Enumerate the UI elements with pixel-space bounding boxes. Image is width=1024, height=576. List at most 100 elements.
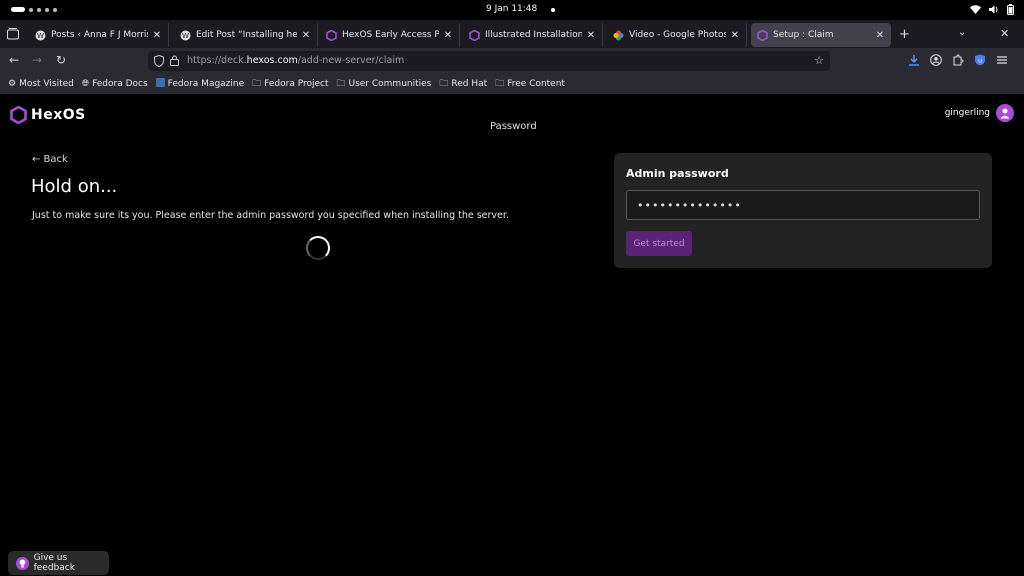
tab-illustrated-guide[interactable]: Illustrated Installation G ✕ — [463, 23, 603, 47]
lock-icon[interactable] — [170, 55, 179, 66]
folder-icon: 🗀 — [495, 79, 505, 89]
tab-title: Illustrated Installation G — [485, 30, 582, 40]
window-close-icon[interactable]: ✕ — [1000, 27, 1009, 40]
bookmark-label: Fedora Project — [264, 79, 329, 89]
tab-title: Posts ‹ Anna F J Morris — — [51, 30, 148, 40]
downloads-icon[interactable] — [908, 54, 920, 66]
close-tab-icon[interactable]: ✕ — [152, 30, 162, 41]
bookmark-label: User Communities — [348, 79, 432, 89]
bookmark-free-content[interactable]: 🗀 Free Content — [495, 76, 565, 92]
page-description: Just to make sure its you. Please enter … — [32, 210, 509, 221]
bookmark-label: Free Content — [507, 79, 565, 89]
forward-icon[interactable]: → — [32, 53, 42, 67]
bookmark-fedora-magazine[interactable]: Fedora Magazine — [155, 78, 245, 90]
globe-icon: 🌐︎ — [81, 79, 90, 89]
back-icon[interactable]: ← — [9, 53, 19, 67]
clock[interactable]: 9 Jan 11:48 — [486, 4, 537, 14]
tab-title: Setup : Claim — [773, 30, 834, 40]
admin-password-card: Admin password Get started — [614, 153, 992, 268]
get-started-button[interactable]: Get started — [626, 231, 692, 256]
tab-title: HexOS Early Access Pr — [342, 30, 439, 40]
svg-text:W: W — [37, 32, 44, 40]
svg-text:W: W — [182, 32, 189, 40]
bookmark-label: Most Visited — [19, 79, 74, 89]
wifi-icon — [970, 5, 981, 14]
tab-title: Video - Google Photos — [629, 30, 726, 40]
back-link[interactable]: ← Back — [32, 154, 68, 165]
workspace-dot — [53, 7, 57, 12]
tab-hexos-early-access[interactable]: HexOS Early Access Pr ✕ — [320, 23, 460, 47]
bookmark-most-visited[interactable]: ⚙ Most Visited — [8, 79, 74, 89]
address-bar[interactable]: https://deck.hexos.com/add-new-server/cl… — [148, 51, 830, 71]
bookmark-fedora-project[interactable]: 🗀 Fedora Project — [252, 76, 328, 92]
volume-icon — [989, 5, 998, 14]
folder-icon: 🗀 — [336, 79, 346, 89]
ublock-icon[interactable]: u — [974, 54, 986, 66]
tab-google-photos[interactable]: Video - Google Photos ✕ — [607, 23, 747, 47]
google-photos-icon — [613, 30, 624, 41]
loading-spinner — [306, 236, 330, 260]
tab-overview-icon[interactable] — [6, 27, 20, 41]
svg-text:u: u — [978, 57, 982, 65]
extensions-icon[interactable] — [952, 54, 964, 66]
reload-icon[interactable]: ↻ — [56, 53, 66, 67]
list-all-tabs-icon[interactable]: ⌄ — [958, 27, 966, 38]
hexos-logo[interactable]: HexOS — [10, 106, 86, 124]
tab-strip: W Posts ‹ Anna F J Morris — ✕ W Edit Pos… — [0, 20, 1024, 48]
page-title: Hold on... — [31, 176, 118, 197]
fedora-icon — [155, 78, 165, 90]
user-menu[interactable]: gingerling — [945, 104, 1014, 122]
notification-dot — [551, 8, 555, 12]
url-path: /add-new-server/claim — [297, 55, 405, 66]
url-domain: hexos.com — [246, 55, 298, 66]
gear-icon: ⚙ — [8, 79, 17, 89]
battery-icon — [1007, 4, 1014, 15]
user-icon — [1000, 108, 1010, 119]
shield-icon[interactable] — [154, 55, 164, 67]
hexos-icon — [757, 29, 768, 41]
feedback-button[interactable]: Give us feedback — [8, 551, 109, 575]
workspace-dot — [37, 7, 41, 12]
wordpress-icon: W — [35, 30, 46, 41]
close-tab-icon[interactable]: ✕ — [301, 30, 311, 41]
avatar — [996, 104, 1014, 122]
logo-text: HexOS — [31, 107, 86, 123]
bookmark-label: Fedora Docs — [92, 79, 148, 89]
bookmark-user-communities[interactable]: 🗀 User Communities — [336, 76, 431, 92]
wordpress-icon: W — [180, 30, 191, 41]
tab-edit-post[interactable]: W Edit Post “Installing hex ✕ — [174, 23, 318, 47]
admin-password-input[interactable] — [626, 190, 980, 220]
feedback-label: Give us feedback — [33, 553, 75, 573]
url-prefix: https://deck. — [187, 55, 247, 66]
bookmark-label: Fedora Magazine — [167, 79, 245, 89]
folder-icon: 🗀 — [439, 79, 449, 89]
bookmark-star-icon[interactable]: ☆ — [814, 54, 824, 67]
workspace-indicator[interactable] — [11, 7, 57, 12]
new-tab-button[interactable]: + — [899, 27, 910, 42]
bookmarks-bar: ⚙ Most Visited 🌐︎ Fedora Docs Fedora Magaz… — [0, 74, 1024, 94]
account-icon[interactable] — [930, 54, 942, 66]
hexos-logo-icon — [10, 106, 27, 124]
tab-title: Edit Post “Installing hex — [196, 30, 297, 40]
username: gingerling — [944, 108, 990, 118]
menu-icon[interactable] — [996, 54, 1008, 66]
active-workspace-dot — [11, 7, 25, 12]
system-status-area[interactable] — [970, 4, 1014, 15]
workspace-dot — [29, 7, 33, 12]
close-tab-icon[interactable]: ✕ — [586, 30, 596, 41]
hexos-icon — [469, 29, 480, 41]
workspace-dot — [45, 7, 49, 12]
tab-posts[interactable]: W Posts ‹ Anna F J Morris — ✕ — [29, 23, 169, 47]
close-tab-icon[interactable]: ✕ — [730, 30, 740, 41]
folder-icon: 🗀 — [252, 79, 262, 89]
close-tab-icon[interactable]: ✕ — [875, 30, 885, 41]
close-tab-icon[interactable]: ✕ — [443, 30, 453, 41]
hexos-icon — [326, 29, 337, 41]
system-top-bar: 9 Jan 11:48 — [0, 0, 1024, 20]
lightbulb-icon — [16, 556, 29, 570]
bookmark-fedora-docs[interactable]: 🌐︎ Fedora Docs — [82, 79, 148, 89]
bookmark-red-hat[interactable]: 🗀 Red Hat — [439, 76, 487, 92]
tab-setup-claim[interactable]: Setup : Claim ✕ — [751, 23, 891, 47]
bookmark-label: Red Hat — [451, 79, 488, 89]
navigation-bar: ← → ↻ https://deck.hexos.com/add-new-ser… — [0, 48, 1024, 74]
